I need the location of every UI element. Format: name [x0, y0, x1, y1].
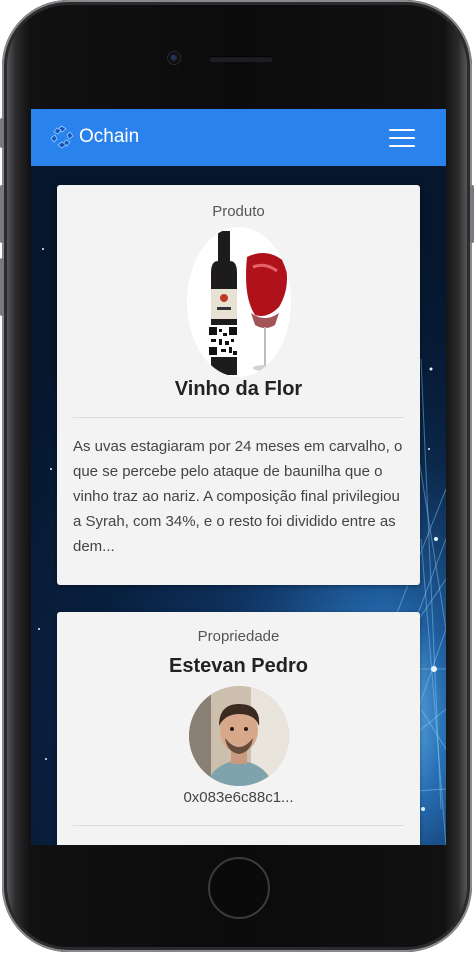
brand-name[interactable]: Ochain	[79, 126, 139, 148]
front-camera	[168, 52, 180, 64]
product-divider	[73, 417, 404, 418]
volume-down-button	[0, 258, 4, 316]
property-card: Propriedade Estevan Pedro 0x083e6c88c1..…	[57, 612, 420, 845]
property-divider	[73, 825, 404, 826]
product-card: Produto Vinho da Flor As uvas estagiaram…	[57, 185, 420, 585]
home-button[interactable]	[208, 857, 270, 919]
product-description: As uvas estagiaram por 24 meses em carva…	[73, 438, 403, 555]
wine-bottle-image	[187, 227, 291, 377]
product-card-label: Produto	[212, 203, 265, 220]
silent-switch	[0, 118, 4, 148]
power-button	[470, 185, 474, 243]
ochain-logo-icon	[50, 125, 74, 149]
owner-avatar	[189, 686, 289, 786]
wallet-address[interactable]: 0x083e6c88c1...	[57, 789, 420, 806]
property-card-label: Propriedade	[197, 628, 280, 645]
app-screen: Ochain Produto Vinho da Flor As uvas est…	[31, 109, 446, 845]
volume-up-button	[0, 185, 4, 243]
earpiece-speaker	[209, 56, 273, 62]
hamburger-menu-icon[interactable]	[389, 127, 415, 149]
owner-name: Estevan Pedro	[169, 655, 308, 677]
top-navbar: Ochain	[31, 109, 446, 166]
product-name: Vinho da Flor	[174, 378, 303, 400]
